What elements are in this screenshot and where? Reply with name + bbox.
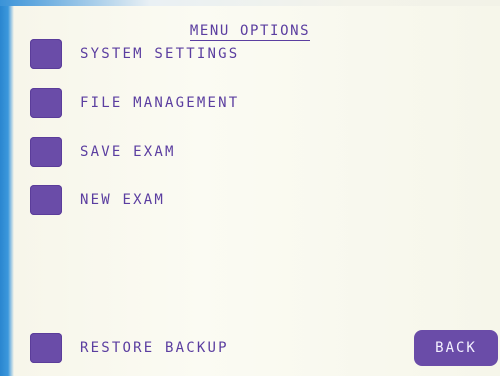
- file-management-button[interactable]: [30, 88, 62, 118]
- back-button[interactable]: BACK: [414, 330, 498, 366]
- file-management-label: FILE MANAGEMENT: [80, 95, 240, 111]
- save-exam-label: SAVE EXAM: [80, 144, 176, 160]
- system-settings-button[interactable]: [30, 39, 62, 69]
- restore-backup-label: RESTORE BACKUP: [80, 340, 229, 356]
- menu-item-restore-backup[interactable]: RESTORE BACKUP: [30, 333, 229, 363]
- save-exam-button[interactable]: [30, 137, 62, 167]
- menu-item-save-exam[interactable]: SAVE EXAM: [30, 137, 176, 167]
- menu-item-file-management[interactable]: FILE MANAGEMENT: [30, 88, 239, 118]
- new-exam-button[interactable]: [30, 185, 62, 215]
- new-exam-label: NEW EXAM: [80, 192, 166, 208]
- menu-item-system-settings[interactable]: SYSTEM SETTINGS: [30, 39, 239, 69]
- restore-backup-button[interactable]: [30, 333, 62, 363]
- top-edge: [0, 0, 500, 6]
- menu-screen: MENU OPTIONS SYSTEM SETTINGS FILE MANAGE…: [0, 0, 500, 376]
- menu-item-new-exam[interactable]: NEW EXAM: [30, 185, 165, 215]
- page-title: MENU OPTIONS: [0, 22, 500, 41]
- system-settings-label: SYSTEM SETTINGS: [80, 46, 240, 62]
